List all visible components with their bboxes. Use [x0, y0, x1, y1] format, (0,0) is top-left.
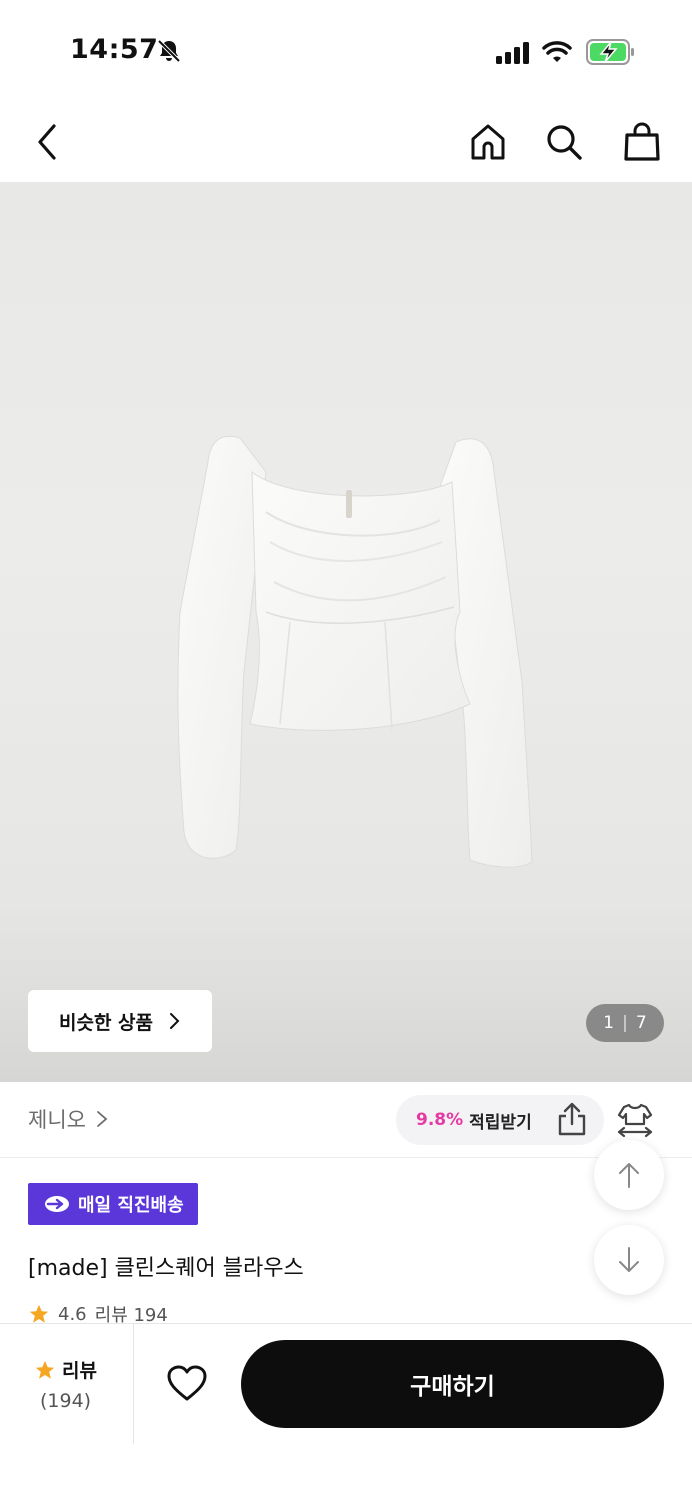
current-page: 1: [603, 1013, 615, 1033]
heart-icon[interactable]: [166, 1364, 208, 1402]
arrow-up-icon: [619, 1163, 639, 1188]
review-label: 리뷰: [62, 1360, 97, 1382]
size-guide-icon[interactable]: [616, 1102, 654, 1138]
scroll-bottom-button[interactable]: [594, 1225, 664, 1295]
brand-name: 제니오: [28, 1108, 86, 1132]
search-icon[interactable]: [544, 122, 584, 162]
review-count: (194): [40, 1390, 92, 1412]
review-summary-button[interactable]: 리뷰 (194): [0, 1324, 134, 1444]
arrow-down-icon: [619, 1247, 639, 1272]
shopping-bag-icon[interactable]: [622, 122, 662, 162]
scroll-top-button[interactable]: [594, 1140, 664, 1210]
battery-charging-icon: [586, 39, 634, 65]
total-pages: 7: [635, 1013, 647, 1033]
points-rate: 9.8%: [416, 1110, 464, 1130]
page-separator: |: [622, 1013, 628, 1033]
chevron-right-icon: [97, 1111, 108, 1127]
wifi-icon: [542, 41, 572, 62]
review-summary: 리뷰: [34, 1356, 97, 1383]
delivery-badge-label: 매일 직진배송: [78, 1195, 184, 1216]
product-image-gallery[interactable]: 비슷한 상품 1 | 7: [0, 182, 692, 1082]
points-label: 적립받기: [469, 1112, 532, 1133]
similar-products-label: 비슷한 상품: [58, 1011, 153, 1034]
buy-button[interactable]: 구매하기: [241, 1340, 664, 1428]
delivery-badge: 매일 직진배송: [28, 1183, 198, 1225]
signal-icon: [496, 42, 529, 64]
share-icon[interactable]: [556, 1102, 588, 1136]
brand-link[interactable]: 제니오: [28, 1104, 108, 1134]
chevron-right-icon: [170, 1013, 180, 1029]
rating-value: 4.6: [58, 1303, 87, 1325]
back-icon[interactable]: [28, 122, 68, 162]
bottom-action-bar: 리뷰 (194) 구매하기: [0, 1323, 692, 1500]
brand-row: 제니오 9.8% 적립받기: [0, 1082, 692, 1158]
home-icon[interactable]: [468, 122, 508, 162]
product-title: [made] 클린스퀘어 블라우스: [28, 1256, 304, 1281]
similar-products-button[interactable]: 비슷한 상품: [28, 990, 212, 1052]
product-image: [177, 435, 533, 868]
status-time: 14:57: [70, 34, 159, 65]
image-page-indicator: 1 | 7: [586, 1004, 664, 1042]
bell-off-icon: [157, 39, 181, 63]
fast-delivery-icon: [45, 1196, 69, 1212]
star-icon: [29, 1304, 49, 1323]
status-bar: 14:57: [0, 0, 692, 100]
star-icon: [35, 1360, 55, 1379]
top-nav: [0, 100, 692, 182]
